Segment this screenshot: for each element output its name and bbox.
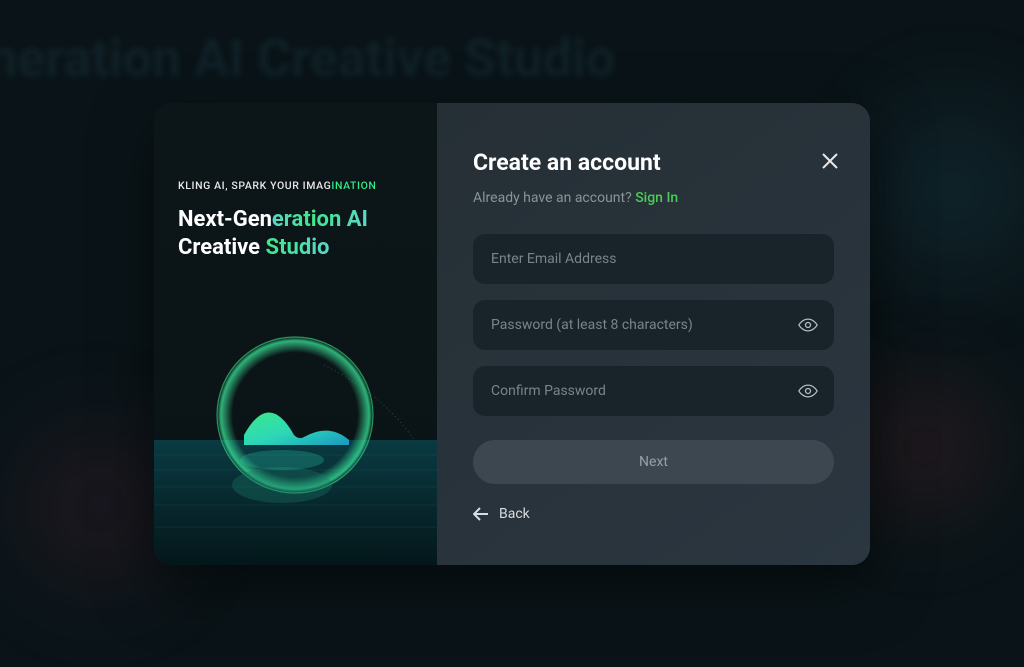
modal-hero-panel: KLING AI, SPARK YOUR IMAGINATION Next-Ge… [154,103,437,565]
email-field-wrap [473,234,834,284]
password-field-wrap [473,300,834,350]
sign-in-link[interactable]: Sign In [635,190,678,206]
eye-icon [798,315,818,335]
next-button[interactable]: Next [473,440,834,484]
hero-art [154,305,437,565]
email-field[interactable] [473,234,834,284]
close-button[interactable] [818,149,842,173]
signup-form: Next Back [473,234,834,525]
close-icon [821,152,839,170]
form-title: Create an account [473,149,834,176]
confirm-password-field-wrap [473,366,834,416]
subheading-text: Already have an account? [473,190,635,206]
tagline-text: SPARK YOUR IMAG [228,179,331,192]
headline-line2-accent: Studio [266,235,330,260]
hero-headline: Next-Generation AI Creative Studio [178,206,413,263]
headline-line1-accent: eration AI [272,207,368,232]
arrow-left-icon [473,507,489,521]
toggle-password-visibility[interactable] [798,315,818,335]
toggle-confirm-visibility[interactable] [798,381,818,401]
eye-icon [798,381,818,401]
modal-form-panel: Create an account Already have an accoun… [437,103,870,565]
hero-tagline: KLING AI, SPARK YOUR IMAGINATION [178,179,413,192]
headline-line2-plain: Creative [178,235,266,260]
tagline-accent: INATION [331,179,376,192]
tagline-brand: KLING AI, [178,179,228,192]
confirm-password-field[interactable] [473,366,834,416]
headline-line1-plain: Next-Gen [178,207,272,232]
subheading: Already have an account? Sign In [473,190,834,206]
signup-modal: KLING AI, SPARK YOUR IMAGINATION Next-Ge… [154,103,870,565]
password-field[interactable] [473,300,834,350]
back-label: Back [499,506,530,522]
back-button[interactable]: Back [473,506,530,522]
